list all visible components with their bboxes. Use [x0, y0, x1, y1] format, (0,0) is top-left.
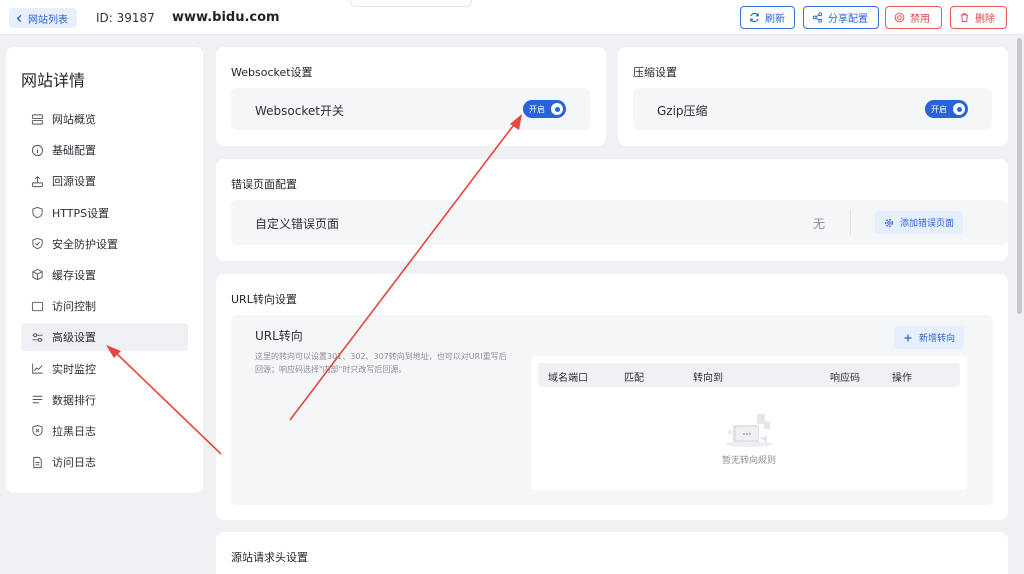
sidebar-item-access-log[interactable]: 访问日志 — [21, 448, 188, 476]
info-icon — [31, 144, 44, 156]
sidebar-item-overview[interactable]: 网站概览 — [21, 105, 188, 133]
url-redirect-label: URL转向 — [255, 329, 303, 343]
server-icon — [31, 113, 44, 125]
column-domain-port: 域名端口 — [548, 373, 588, 384]
websocket-card-title: Websocket设置 — [231, 66, 313, 79]
column-match: 匹配 — [624, 373, 644, 384]
sidebar-item-label: 安全防护设置 — [52, 237, 118, 251]
sidebar-item-label: 数据排行 — [52, 393, 96, 407]
share-config-button[interactable]: 分享配置 — [803, 6, 879, 29]
refresh-icon — [750, 12, 759, 23]
top-bar: 网站列表 ID: 39187 www.bidu.com 刷新 分享配置 禁用 删… — [0, 0, 1024, 35]
site-id: ID: 39187 — [96, 11, 155, 25]
sidebar-item-advanced-settings[interactable]: 高级设置 — [21, 323, 188, 352]
sidebar-item-origin-settings[interactable]: 回源设置 — [21, 167, 188, 195]
site-detail-sidebar: 网站详情 网站概览 基础配置 回源设置 HTTPS设置 安全防护设置 缓存设置 … — [6, 47, 203, 493]
list-icon — [32, 395, 43, 404]
toggle-on-label: 开启 — [931, 104, 947, 114]
add-error-page-label: 添加错误页面 — [900, 219, 955, 229]
page-scrollbar[interactable] — [1017, 38, 1022, 314]
document-icon — [33, 456, 42, 468]
column-redirect-to: 转向到 — [693, 373, 723, 384]
gear-icon — [884, 218, 894, 227]
url-redirect-description: 这里的转向可以设置301、302、307转向到地址，也可以对URI重写后回源；响… — [255, 352, 507, 374]
top-tab-edge — [350, 0, 472, 7]
stop-circle-icon — [894, 12, 905, 23]
sidebar-item-label: 实时监控 — [52, 362, 96, 376]
error-page-card-title: 错误页面配置 — [231, 178, 297, 191]
url-redirect-card-title: URL转向设置 — [231, 293, 297, 306]
share-icon — [812, 12, 823, 23]
cube-icon — [32, 269, 43, 281]
disable-button[interactable]: 禁用 — [885, 6, 942, 29]
sidebar-item-label: 高级设置 — [52, 331, 96, 345]
sliders-icon — [32, 333, 43, 342]
gzip-toggle[interactable]: 开启 — [925, 100, 968, 118]
websocket-switch-row: Websocket开关 开启 — [231, 88, 590, 130]
origin-header-card-title: 源站请求头设置 — [231, 551, 308, 564]
sidebar-item-block-log[interactable]: 拉黑日志 — [21, 417, 188, 445]
window-icon — [31, 301, 44, 311]
custom-error-page-value: 无 — [813, 217, 826, 231]
custom-error-page-row: 自定义错误页面 无 添加错误页面 — [231, 200, 1008, 245]
delete-label: 删除 — [975, 14, 995, 25]
redirect-rules-table: 域名端口 匹配 转向到 响应码 操作 暂无转向规则 — [531, 356, 967, 490]
add-redirect-button[interactable]: 新增转向 — [894, 326, 965, 349]
sidebar-item-basic-config[interactable]: 基础配置 — [21, 136, 188, 164]
sidebar-item-label: 基础配置 — [52, 144, 96, 158]
sidebar-item-cache[interactable]: 缓存设置 — [21, 261, 188, 289]
sidebar-item-label: HTTPS设置 — [52, 206, 110, 220]
compress-settings-card: 压缩设置 Gzip压缩 开启 — [618, 47, 1008, 146]
sidebar-item-data-ranking[interactable]: 数据排行 — [21, 386, 188, 414]
site-domain: www.bidu.com — [172, 10, 280, 25]
sidebar-item-security[interactable]: 安全防护设置 — [21, 230, 188, 258]
toggle-knob — [953, 103, 965, 115]
websocket-switch-label: Websocket开关 — [255, 104, 344, 118]
toggle-knob — [551, 103, 563, 115]
sidebar-item-label: 缓存设置 — [52, 268, 96, 282]
upload-icon — [31, 175, 44, 187]
sidebar-item-label: 回源设置 — [52, 175, 96, 189]
custom-error-page-label: 自定义错误页面 — [255, 217, 340, 231]
column-actions: 操作 — [892, 373, 912, 384]
compress-card-title: 压缩设置 — [633, 66, 677, 79]
gzip-label: Gzip压缩 — [657, 104, 708, 118]
back-to-site-list-button[interactable]: 网站列表 — [9, 8, 77, 28]
add-redirect-label: 新增转向 — [919, 334, 956, 344]
sidebar-item-label: 访问日志 — [52, 456, 96, 470]
sidebar-title: 网站详情 — [21, 71, 86, 90]
shield-check-icon — [32, 238, 43, 250]
sidebar-item-label: 访问控制 — [52, 300, 96, 314]
websocket-toggle[interactable]: 开启 — [523, 100, 566, 118]
sidebar-item-access-control[interactable]: 访问控制 — [21, 292, 188, 320]
back-button-label: 网站列表 — [28, 14, 68, 26]
sidebar-item-label: 拉黑日志 — [52, 424, 96, 438]
shield-x-icon — [32, 425, 43, 437]
column-response-code: 响应码 — [830, 373, 860, 384]
table-header: 域名端口 匹配 转向到 响应码 操作 — [538, 363, 960, 387]
delete-button[interactable]: 删除 — [950, 6, 1007, 29]
add-error-page-button[interactable]: 添加错误页面 — [875, 211, 964, 234]
origin-request-header-card: 源站请求头设置 — [216, 532, 1008, 574]
empty-table-text: 暂无转向规则 — [721, 456, 776, 466]
error-page-card: 错误页面配置 自定义错误页面 无 添加错误页面 — [216, 159, 1008, 261]
sidebar-item-https[interactable]: HTTPS设置 — [21, 199, 188, 227]
share-config-label: 分享配置 — [828, 14, 868, 25]
shield-icon — [32, 206, 43, 219]
chevron-left-icon — [16, 14, 22, 22]
sidebar-item-realtime-monitor[interactable]: 实时监控 — [21, 355, 188, 383]
toggle-on-label: 开启 — [529, 104, 545, 114]
trash-icon — [960, 13, 969, 23]
websocket-settings-card: Websocket设置 Websocket开关 开启 — [216, 47, 606, 146]
gzip-row: Gzip压缩 开启 — [633, 88, 992, 130]
empty-box-icon — [725, 414, 773, 447]
divider — [850, 210, 851, 236]
sidebar-item-label: 网站概览 — [52, 113, 96, 126]
disable-label: 禁用 — [910, 14, 930, 25]
refresh-label: 刷新 — [765, 14, 785, 25]
chart-line-icon — [32, 363, 43, 374]
refresh-button[interactable]: 刷新 — [740, 6, 795, 29]
plus-icon — [904, 334, 912, 341]
sidebar-menu: 网站概览 基础配置 回源设置 HTTPS设置 安全防护设置 缓存设置 访问控制 — [21, 105, 188, 479]
